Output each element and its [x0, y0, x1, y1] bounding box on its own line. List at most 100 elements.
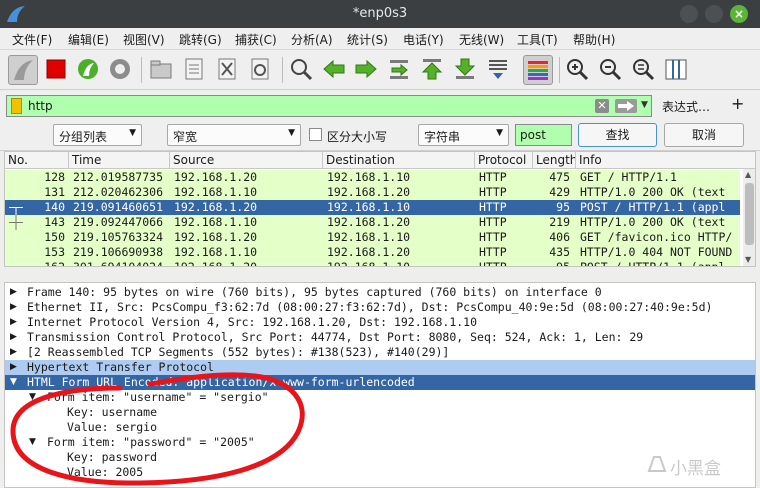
menu-view[interactable]: 视图(V): [123, 31, 165, 48]
autoscroll-button[interactable]: [484, 55, 514, 85]
tree-row-tcp[interactable]: ▶ Transmission Control Protocol, Src Por…: [5, 330, 755, 345]
scrollbar-thumb[interactable]: [745, 183, 754, 245]
column-header-length[interactable]: Length: [533, 152, 576, 169]
tree-row-ethernet[interactable]: ▶ Ethernet II, Src: PcsCompu_f3:62:7d (0…: [5, 300, 755, 315]
apply-filter-icon[interactable]: [615, 99, 637, 113]
packet-cell-len: 95: [556, 260, 570, 267]
menu-capture[interactable]: 捕获(C): [235, 31, 277, 48]
tree-row-ipv4[interactable]: ▶ Internet Protocol Version 4, Src: 192.…: [5, 315, 755, 330]
packet-cell-len: 406: [549, 230, 570, 244]
find-packet-button[interactable]: [287, 55, 317, 85]
colorize-button[interactable]: [523, 55, 553, 85]
packet-list[interactable]: No. Time Source Destination Protocol Len…: [4, 151, 756, 267]
minimize-button[interactable]: [680, 5, 698, 23]
collapse-triangle-icon[interactable]: ▼: [29, 390, 36, 405]
stop-capture-button[interactable]: [42, 55, 72, 85]
packet-cell-info: HTTP/1.0 404 NOT FOUND: [580, 245, 733, 259]
capture-options-button[interactable]: [106, 55, 136, 85]
column-header-info[interactable]: Info: [576, 152, 755, 169]
packet-row[interactable]: 150 219.105763324 192.168.1.20 192.168.1.10…: [5, 230, 740, 245]
expand-triangle-icon[interactable]: ▶: [10, 360, 17, 375]
scroll-down-icon[interactable]: ▼: [745, 255, 751, 264]
expand-triangle-icon[interactable]: ▶: [10, 345, 17, 360]
column-header-time[interactable]: Time: [69, 152, 170, 169]
menu-analyze[interactable]: 分析(A): [291, 31, 333, 48]
collapse-triangle-icon[interactable]: ▼: [10, 375, 17, 390]
collapse-triangle-icon[interactable]: ▼: [29, 435, 36, 450]
maximize-button[interactable]: [705, 5, 723, 23]
packet-cell-proto: HTTP: [479, 170, 507, 184]
search-type-select[interactable]: 字符串 ▼: [418, 124, 509, 146]
character-width-select[interactable]: 窄宽 ▼: [167, 124, 301, 146]
column-header-protocol[interactable]: Protocol: [475, 152, 533, 169]
tree-row-reassembled[interactable]: ▶ [2 Reassembled TCP Segments (552 bytes…: [5, 345, 755, 360]
go-to-packet-button[interactable]: [385, 55, 415, 85]
search-string-input[interactable]: post: [515, 124, 572, 146]
zoom-out-button[interactable]: [596, 55, 626, 85]
menu-tools[interactable]: 工具(T): [517, 31, 558, 48]
display-filter-input[interactable]: http ✕ ▼: [6, 95, 652, 117]
packet-details-tree[interactable]: ▶ Frame 140: 95 bytes on wire (760 bits)…: [4, 282, 756, 488]
tree-row-key-password[interactable]: Key: password: [5, 450, 755, 465]
close-file-button[interactable]: [213, 55, 243, 85]
close-window-button[interactable]: ×: [730, 5, 748, 23]
resize-columns-button[interactable]: [662, 55, 692, 85]
tree-row-value-password[interactable]: Value: 2005: [5, 465, 755, 480]
packet-list-scrollbar[interactable]: ▲ ▼: [743, 169, 755, 266]
filter-history-chevron-down-icon[interactable]: ▼: [641, 100, 648, 110]
tree-row-value-username[interactable]: Value: sergio: [5, 420, 755, 435]
packet-row[interactable]: 143 219.092447066 192.168.1.10 192.168.1.20…: [5, 215, 740, 230]
packet-row[interactable]: 153 219.106690938 192.168.1.10 192.168.1.20…: [5, 245, 740, 260]
menu-file[interactable]: 文件(F): [12, 31, 52, 48]
tree-row-form-item-password[interactable]: ▼ Form item: "password" = "2005": [5, 435, 755, 450]
column-header-no[interactable]: No.: [5, 152, 69, 169]
case-sensitive-checkbox[interactable]: [309, 128, 322, 141]
stop-capture-icon: [46, 59, 66, 79]
tree-row-form-item-username[interactable]: ▼ Form item: "username" = "sergio": [5, 390, 755, 405]
expand-triangle-icon[interactable]: ▶: [10, 330, 17, 345]
reload-file-button[interactable]: [246, 55, 276, 85]
menu-help[interactable]: 帮助(H): [573, 31, 615, 48]
restart-capture-button[interactable]: [74, 55, 104, 85]
column-header-destination[interactable]: Destination: [323, 152, 475, 169]
go-back-button[interactable]: [320, 55, 350, 85]
clear-filter-icon[interactable]: ✕: [595, 99, 609, 113]
expand-triangle-icon[interactable]: ▶: [10, 315, 17, 330]
menu-telephony[interactable]: 电话(Y): [403, 31, 444, 48]
add-filter-button[interactable]: +: [731, 94, 744, 113]
menu-statistics[interactable]: 统计(S): [347, 31, 388, 48]
find-button[interactable]: 查找: [578, 123, 657, 147]
packet-row[interactable]: 162 301.694104024 192.168.1.20 192.168.1.10…: [5, 260, 740, 267]
packet-row-selected[interactable]: 140 219.091460651 192.168.1.20 192.168.1.10…: [5, 200, 740, 215]
tree-row-text: Ethernet II, Src: PcsCompu_f3:62:7d (08:…: [27, 300, 713, 314]
zoom-in-button[interactable]: [563, 55, 593, 85]
expand-triangle-icon[interactable]: ▶: [10, 300, 17, 315]
search-in-select[interactable]: 分组列表 ▼: [53, 124, 142, 146]
tree-row-frame[interactable]: ▶ Frame 140: 95 bytes on wire (760 bits)…: [5, 285, 755, 300]
start-capture-button[interactable]: [8, 55, 38, 85]
column-header-source[interactable]: Source: [170, 152, 323, 169]
packet-row[interactable]: 131 212.020462306 192.168.1.10 192.168.1.20…: [5, 185, 740, 200]
open-file-icon: [150, 60, 172, 79]
zoom-normal-button[interactable]: [629, 55, 659, 85]
save-file-button[interactable]: [180, 55, 210, 85]
tree-row-html-form[interactable]: ▼ HTML Form URL Encoded: application/x-w…: [5, 375, 755, 390]
tree-row-text: HTML Form URL Encoded: application/x-www…: [27, 375, 415, 389]
tree-row-http[interactable]: ▶ Hypertext Transfer Protocol: [5, 360, 755, 375]
go-last-button[interactable]: [451, 55, 481, 85]
expand-triangle-icon[interactable]: ▶: [10, 285, 17, 300]
packet-row[interactable]: 128 212.019587735 192.168.1.20 192.168.1.10…: [5, 170, 740, 185]
cancel-button[interactable]: 取消: [664, 123, 744, 147]
menu-wireless[interactable]: 无线(W): [459, 31, 504, 48]
go-forward-button[interactable]: [352, 55, 382, 85]
tree-row-key-username[interactable]: Key: username: [5, 405, 755, 420]
packet-cell-len: 435: [549, 245, 570, 259]
expression-button[interactable]: 表达式…: [662, 98, 710, 115]
packet-cell-time: 219.106690938: [73, 245, 164, 259]
filter-bookmark-icon[interactable]: [11, 98, 22, 114]
scroll-up-icon[interactable]: ▲: [745, 170, 751, 179]
menu-go[interactable]: 跳转(G): [179, 31, 222, 48]
menu-edit[interactable]: 编辑(E): [68, 31, 109, 48]
go-first-button[interactable]: [418, 55, 448, 85]
open-file-button[interactable]: [147, 55, 177, 85]
